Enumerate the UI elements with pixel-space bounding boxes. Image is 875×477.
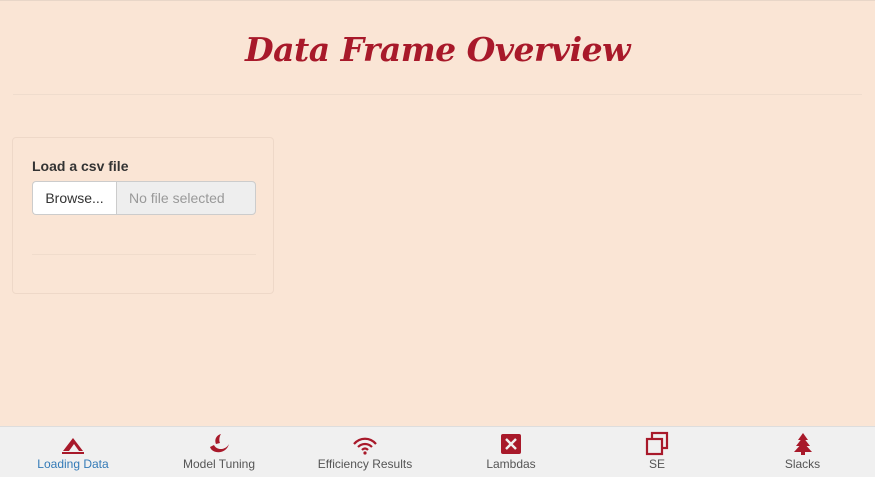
tuning-swirl-icon [210,434,229,453]
file-input-label: Load a csv file [32,158,129,174]
file-input-group: Browse... No file selected [32,181,256,215]
nav-label-slacks: Slacks [784,457,821,471]
tree-icon [793,433,812,455]
nav-label-efficiency-results: Efficiency Results [317,457,413,471]
nav-item-loading-data[interactable]: Loading Data [0,427,146,477]
nav-item-lambdas[interactable]: Lambdas [438,427,584,477]
nav-label-loading-data: Loading Data [37,457,109,471]
title-divider [13,94,862,95]
nav-item-slacks[interactable]: Slacks [730,427,875,477]
nav-item-efficiency-results[interactable]: Efficiency Results [292,427,438,477]
nav-item-model-tuning[interactable]: Model Tuning [146,427,292,477]
top-border [0,0,875,1]
wifi-icon [353,437,377,455]
nav-item-se[interactable]: SE [584,427,730,477]
title-bar: Data Frame Overview [0,30,875,69]
copy-squares-icon [645,431,669,456]
nav-label-model-tuning: Model Tuning [182,457,256,471]
file-name-field[interactable]: No file selected [116,181,256,215]
sidebar-panel: Load a csv file Browse... No file select… [12,137,274,294]
bottom-navigation: Loading Data Model Tuning Efficiency Res… [0,426,875,477]
nav-label-lambdas: Lambdas [486,457,536,471]
mountain-icon [62,438,84,454]
nav-label-se: SE [648,457,665,471]
upload-progress-bar [32,254,256,255]
browse-button[interactable]: Browse... [32,181,116,215]
page-title: Data Frame Overview [244,30,631,69]
square-x-icon [501,434,521,454]
